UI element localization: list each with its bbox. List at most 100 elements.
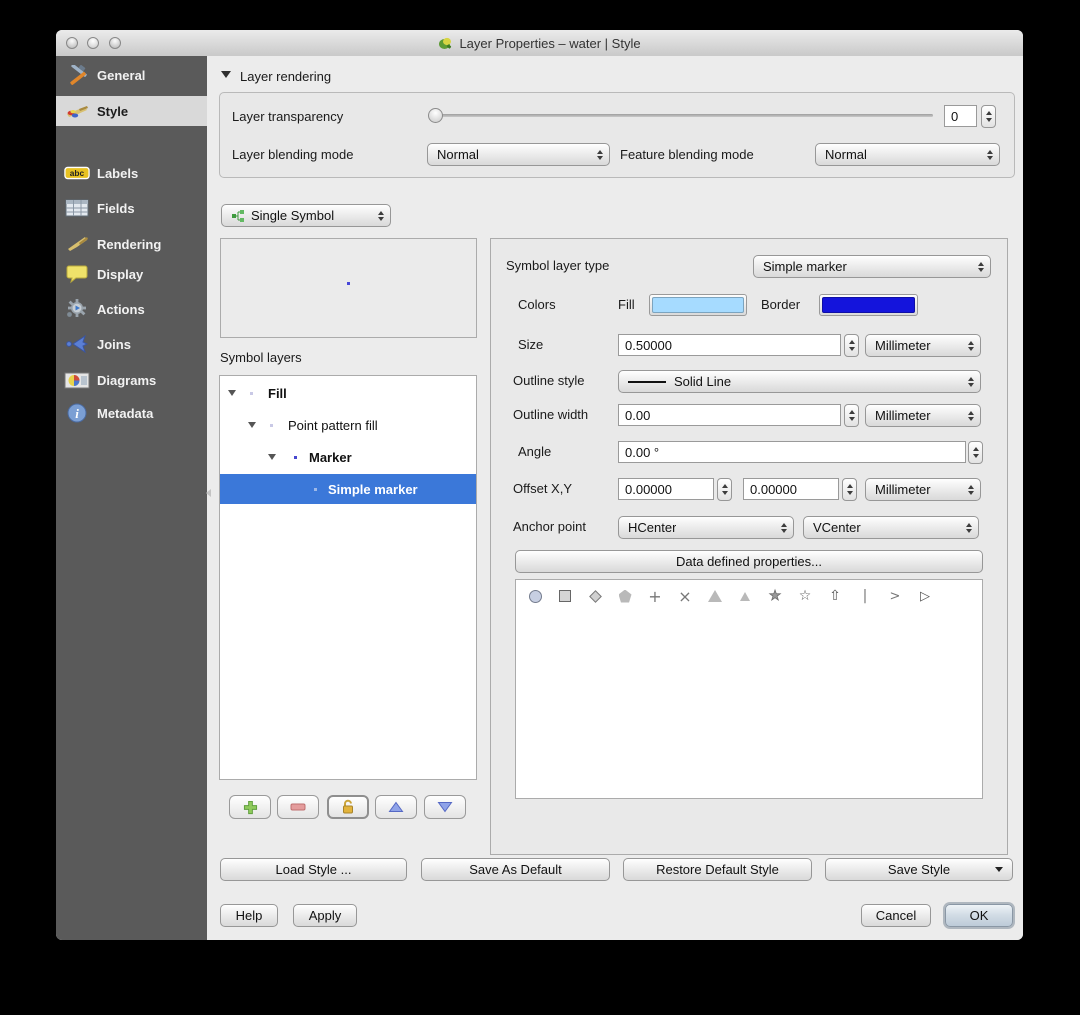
star-marker-icon[interactable]: ☆: [796, 587, 814, 605]
transparency-slider-handle[interactable]: [428, 108, 443, 123]
dropdown-arrows-icon: [987, 149, 993, 160]
size-field[interactable]: 0.50000: [618, 334, 841, 356]
save-as-default-button[interactable]: Save As Default: [421, 858, 610, 881]
help-button[interactable]: Help: [220, 904, 278, 927]
lock-open-icon: [343, 799, 353, 814]
expand-arrow-icon[interactable]: [228, 390, 236, 396]
remove-symbol-layer-button[interactable]: [277, 795, 319, 819]
arrow-marker-icon[interactable]: ⇧: [826, 587, 844, 605]
size-spinner[interactable]: [844, 334, 859, 357]
data-defined-properties-button[interactable]: Data defined properties...: [515, 550, 983, 573]
add-symbol-layer-button[interactable]: [229, 795, 271, 819]
dropdown-arrows-icon: [378, 210, 384, 221]
load-style-button[interactable]: Load Style ...: [220, 858, 407, 881]
layer-rendering-header[interactable]: Layer rendering: [240, 69, 331, 84]
cancel-button[interactable]: Cancel: [861, 904, 931, 927]
move-up-button[interactable]: [375, 795, 417, 819]
size-unit-dropdown[interactable]: Millimeter: [865, 334, 981, 357]
fill-symbol-icon: [250, 391, 253, 395]
move-down-button[interactable]: [424, 795, 466, 819]
symbol-layer-type-dropdown[interactable]: Simple marker: [753, 255, 991, 278]
transparency-value-field[interactable]: 0: [944, 105, 977, 127]
sidebar-item-fields[interactable]: Fields: [56, 193, 207, 223]
sidebar-item-metadata[interactable]: i Metadata: [56, 398, 207, 428]
symbol-properties-panel: Symbol layer type Simple marker Colors F…: [490, 238, 1008, 855]
outline-style-dropdown[interactable]: Solid Line: [618, 370, 981, 393]
regular-star-marker-icon[interactable]: ★: [766, 587, 784, 605]
transparency-slider-track[interactable]: [430, 114, 933, 117]
expand-arrow-icon[interactable]: [248, 422, 256, 428]
border-label: Border: [761, 297, 801, 312]
symbol-preview: [220, 238, 477, 338]
dropdown-arrows-icon: [781, 522, 787, 533]
expand-arrow-icon[interactable]: [268, 454, 276, 460]
symbol-layers-label: Symbol layers: [220, 350, 302, 365]
sidebar-item-actions[interactable]: Actions: [56, 294, 207, 324]
outline-width-label: Outline width: [513, 407, 589, 422]
sidebar: General Style abc Labels Fields Renderin…: [56, 56, 207, 940]
sidebar-item-style[interactable]: Style: [56, 96, 207, 126]
transparency-spinner[interactable]: [981, 105, 996, 128]
point-pattern-symbol-icon: [270, 423, 273, 427]
titlebar[interactable]: Layer Properties – water | Style: [56, 30, 1023, 57]
sidebar-item-general[interactable]: General: [56, 60, 207, 90]
dropdown-arrows-icon: [966, 522, 972, 533]
save-style-button[interactable]: Save Style: [825, 858, 1013, 881]
fill-color-swatch[interactable]: [649, 294, 747, 316]
cross-marker-icon[interactable]: +: [646, 587, 664, 606]
panel-resize-handle[interactable]: [206, 489, 211, 497]
abc-label-icon: abc: [64, 161, 90, 185]
circle-marker-icon[interactable]: [526, 587, 544, 605]
line-marker-icon[interactable]: |: [856, 587, 874, 605]
apply-button[interactable]: Apply: [293, 904, 357, 927]
tree-item-simple-marker[interactable]: Simple marker: [220, 474, 476, 504]
ok-button[interactable]: OK: [945, 904, 1013, 927]
diamond-marker-icon[interactable]: [586, 587, 604, 605]
feature-blending-dropdown[interactable]: Normal: [815, 143, 1000, 166]
arrowhead-marker-icon[interactable]: >: [886, 587, 904, 605]
cross2-marker-icon[interactable]: ×: [676, 587, 694, 606]
plus-icon: [243, 800, 257, 814]
restore-default-style-button[interactable]: Restore Default Style: [623, 858, 812, 881]
offset-y-spinner[interactable]: [842, 478, 857, 501]
collapse-triangle-icon[interactable]: [221, 71, 231, 78]
angle-label: Angle: [518, 444, 552, 459]
equilateral-triangle-marker-icon[interactable]: [736, 587, 754, 605]
sidebar-item-diagrams[interactable]: Diagrams: [56, 365, 207, 395]
sidebar-item-rendering[interactable]: Rendering: [56, 229, 207, 259]
sidebar-item-display[interactable]: Display: [56, 259, 207, 289]
tools-icon: [64, 63, 90, 87]
border-color-inner: [822, 297, 915, 313]
outline-width-unit-dropdown[interactable]: Millimeter: [865, 404, 981, 427]
dropdown-arrows-icon: [978, 261, 984, 272]
outline-width-spinner[interactable]: [844, 404, 859, 427]
up-arrow-icon: [388, 801, 404, 812]
border-color-swatch[interactable]: [819, 294, 918, 316]
angle-spinner[interactable]: [968, 441, 983, 464]
tree-item-marker[interactable]: Marker: [220, 442, 476, 472]
offset-y-field[interactable]: 0.00000: [743, 478, 839, 500]
offset-x-field[interactable]: 0.00000: [618, 478, 714, 500]
renderer-dropdown[interactable]: Single Symbol: [221, 204, 391, 227]
layer-blending-dropdown[interactable]: Normal: [427, 143, 610, 166]
join-arrow-icon: [64, 332, 90, 356]
tree-item-point-pattern-fill[interactable]: Point pattern fill: [220, 410, 476, 440]
desktop-background: Layer Properties – water | Style General…: [0, 0, 1080, 1015]
marker-symbol-icon: [294, 455, 297, 459]
anchor-v-dropdown[interactable]: VCenter: [803, 516, 979, 539]
anchor-h-dropdown[interactable]: HCenter: [618, 516, 794, 539]
down-arrow-icon: [437, 802, 453, 813]
triangle-marker-icon[interactable]: [706, 587, 724, 605]
sidebar-item-joins[interactable]: Joins: [56, 329, 207, 359]
angle-field[interactable]: 0.00 °: [618, 441, 966, 463]
offset-x-spinner[interactable]: [717, 478, 732, 501]
lock-symbol-layer-button[interactable]: [327, 795, 369, 819]
dropdown-arrows-icon: [968, 340, 974, 351]
filled-arrowhead-marker-icon[interactable]: ▷: [916, 587, 934, 605]
tree-item-fill[interactable]: Fill: [220, 378, 476, 408]
outline-width-field[interactable]: 0.00: [618, 404, 841, 426]
square-marker-icon[interactable]: [556, 587, 574, 605]
offset-unit-dropdown[interactable]: Millimeter: [865, 478, 981, 501]
sidebar-item-labels[interactable]: abc Labels: [56, 158, 207, 188]
pentagon-marker-icon[interactable]: [616, 587, 634, 605]
